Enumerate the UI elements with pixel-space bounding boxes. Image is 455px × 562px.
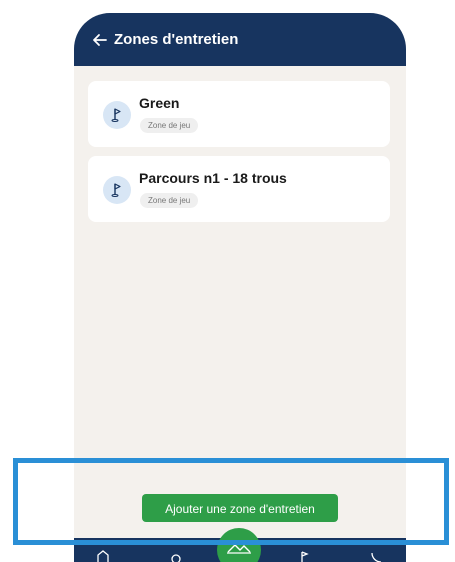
- zone-name: Green: [139, 95, 180, 111]
- page-title: Zones d'entretien: [114, 31, 239, 48]
- circle-icon[interactable]: [169, 550, 183, 562]
- home-icon[interactable]: [96, 550, 110, 562]
- back-arrow-icon[interactable]: [92, 32, 108, 48]
- golf-flag-nav-icon[interactable]: [296, 550, 310, 562]
- phone-icon[interactable]: [369, 550, 383, 562]
- golf-flag-icon: [103, 176, 131, 204]
- zone-card-green[interactable]: Green Zone de jeu: [88, 81, 390, 147]
- zone-name: Parcours n1 - 18 trous: [139, 170, 287, 186]
- zone-type-badge: Zone de jeu: [140, 118, 199, 133]
- zone-type-badge: Zone de jeu: [140, 193, 199, 208]
- highlight-box: [13, 458, 449, 545]
- top-bar: Zones d'entretien: [74, 13, 406, 66]
- golf-flag-icon: [103, 101, 131, 129]
- zone-card-parcours[interactable]: Parcours n1 - 18 trous Zone de jeu: [88, 156, 390, 222]
